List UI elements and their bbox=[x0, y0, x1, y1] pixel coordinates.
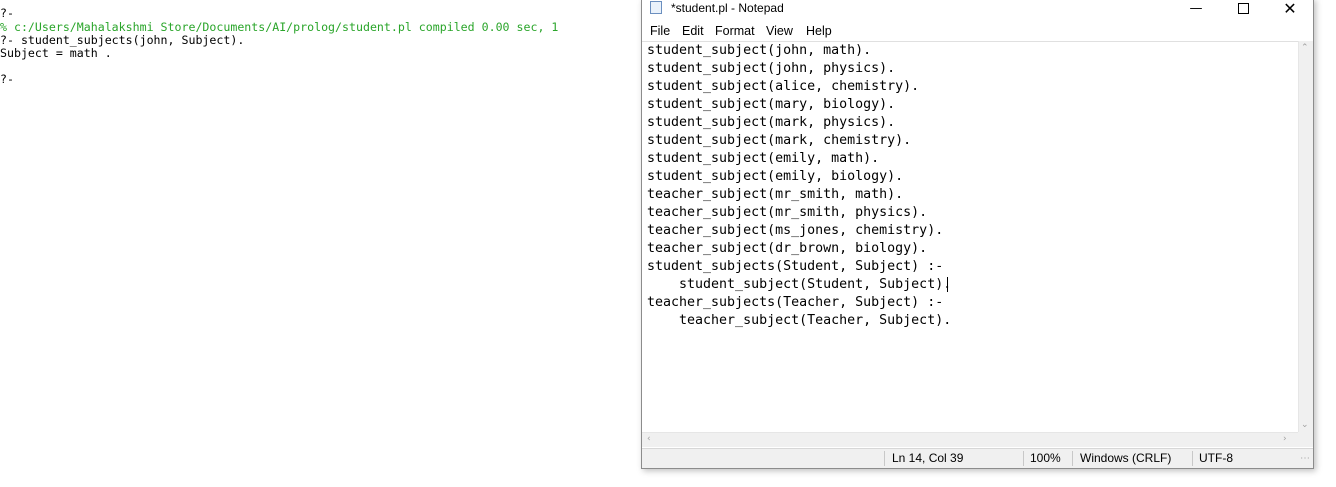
status-bar: Ln 14, Col 39 100% Windows (CRLF) UTF-8 … bbox=[642, 448, 1313, 468]
close-icon: ✕ bbox=[1283, 0, 1297, 18]
menu-format[interactable]: Format bbox=[715, 24, 755, 38]
code-line: student_subject(john, physics). bbox=[647, 61, 896, 76]
scroll-up-icon[interactable]: ⌃ bbox=[1301, 43, 1309, 53]
status-separator bbox=[1192, 451, 1193, 466]
minimize-icon: — bbox=[1189, 0, 1203, 16]
console-prompt: ?- bbox=[0, 72, 14, 86]
maximize-icon bbox=[1237, 2, 1249, 14]
scroll-down-icon[interactable]: ⌄ bbox=[1301, 420, 1309, 430]
notepad-icon bbox=[650, 1, 662, 14]
scrollbar-corner bbox=[1298, 432, 1313, 447]
window-title: *student.pl - Notepad bbox=[671, 1, 784, 15]
horizontal-scrollbar[interactable]: ‹ › bbox=[642, 432, 1298, 447]
code-line: student_subject(emily, math). bbox=[647, 151, 880, 166]
line-ending: Windows (CRLF) bbox=[1080, 451, 1172, 465]
menu-edit[interactable]: Edit bbox=[682, 24, 704, 38]
console-line: Subject = math . bbox=[0, 46, 112, 60]
close-button[interactable]: ✕ bbox=[1267, 0, 1313, 18]
status-separator bbox=[1023, 451, 1024, 466]
scroll-right-icon[interactable]: › bbox=[1283, 434, 1287, 444]
maximize-button[interactable] bbox=[1220, 0, 1266, 17]
code-line: student_subjects(Student, Subject) :- bbox=[647, 259, 944, 274]
code-line: student_subject(alice, chemistry). bbox=[647, 79, 920, 94]
code-line: student_subject(Student, Subject). bbox=[647, 277, 952, 292]
encoding: UTF-8 bbox=[1199, 451, 1233, 465]
code-line: teacher_subject(mr_smith, math). bbox=[647, 187, 904, 202]
menu-help[interactable]: Help bbox=[806, 24, 832, 38]
vertical-scrollbar[interactable]: ⌃ ⌄ bbox=[1298, 41, 1313, 432]
resize-grip-icon[interactable]: ⋯ bbox=[1300, 449, 1310, 468]
code-line: student_subject(emily, biology). bbox=[647, 169, 904, 184]
code-line: student_subject(mark, physics). bbox=[647, 115, 896, 130]
code-line: student_subject(mark, chemistry). bbox=[647, 133, 912, 148]
code-line: teacher_subjects(Teacher, Subject) :- bbox=[647, 295, 944, 310]
text-editor[interactable]: student_subject(john, math). student_sub… bbox=[642, 41, 1298, 433]
zoom-level: 100% bbox=[1030, 451, 1061, 465]
code-line: teacher_subject(dr_brown, biology). bbox=[647, 241, 928, 256]
title-bar[interactable]: *student.pl - Notepad — ✕ bbox=[642, 0, 1313, 18]
prolog-console[interactable]: ?- % c:/Users/Mahalakshmi Store/Document… bbox=[0, 0, 640, 487]
cursor-position: Ln 14, Col 39 bbox=[892, 451, 964, 465]
menu-file[interactable]: File bbox=[650, 24, 670, 38]
menu-bar: File Edit Format View Help bbox=[642, 21, 1313, 41]
code-line: teacher_subject(mr_smith, physics). bbox=[647, 205, 928, 220]
console-line: ?- bbox=[0, 6, 14, 20]
code-line: student_subject(mary, biology). bbox=[647, 97, 896, 112]
status-separator bbox=[1072, 451, 1073, 466]
code-line: student_subject(john, math). bbox=[647, 43, 872, 58]
menu-view[interactable]: View bbox=[766, 24, 793, 38]
minimize-button[interactable]: — bbox=[1173, 0, 1219, 17]
status-separator bbox=[884, 451, 885, 466]
notepad-window[interactable]: *student.pl - Notepad — ✕ File Edit Form… bbox=[641, 0, 1314, 469]
code-line: teacher_subject(ms_jones, chemistry). bbox=[647, 223, 944, 238]
scroll-left-icon[interactable]: ‹ bbox=[647, 434, 651, 444]
text-caret bbox=[947, 277, 948, 292]
code-line: teacher_subject(Teacher, Subject). bbox=[647, 313, 952, 328]
